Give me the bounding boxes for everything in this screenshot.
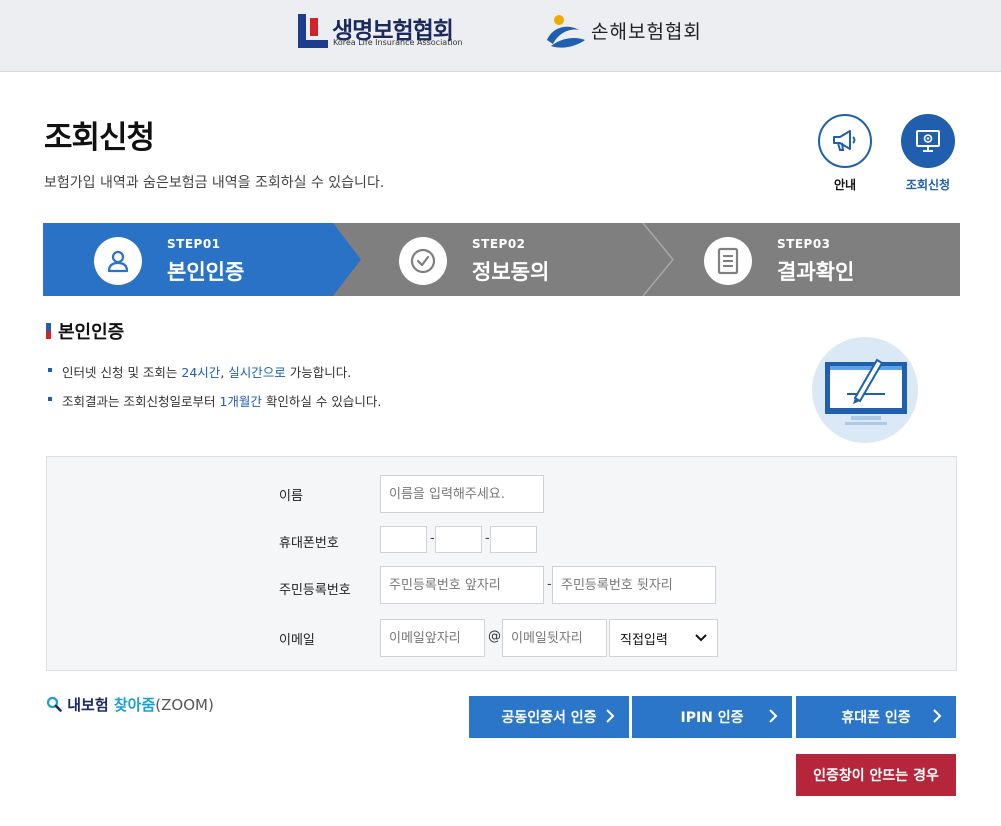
- life-logo-subtitle: Korea Life Insurance Association: [333, 38, 463, 47]
- phone-label: 휴대폰번호: [279, 536, 339, 551]
- page-title: 조회신청: [44, 120, 155, 156]
- chevron-right-icon: [606, 709, 615, 723]
- ipin-auth-label: IPIN 인증: [680, 710, 744, 726]
- step-progress-bar: STEP01 본인인증 STEP02 정보동의 STEP03 결과확인: [43, 223, 960, 296]
- info-bullet-list: 인터넷 신청 및 조회는 24시간, 실시간으로 가능합니다. 조회결과는 조회…: [48, 362, 381, 420]
- phone-separator-1: -: [430, 531, 435, 546]
- rrn-back-input[interactable]: [552, 566, 716, 604]
- guide-link[interactable]: 안내: [818, 114, 872, 193]
- phone-part-1-input[interactable]: [380, 526, 427, 553]
- name-input[interactable]: [380, 475, 544, 513]
- bullet-item-availability: 인터넷 신청 및 조회는 24시간, 실시간으로 가능합니다.: [48, 362, 381, 381]
- rrn-separator: -: [547, 577, 552, 592]
- step-3-title: 결과확인: [777, 260, 855, 284]
- step-1-number: STEP01: [167, 237, 221, 251]
- step-2-number: STEP02: [472, 237, 526, 251]
- ipin-auth-button[interactable]: IPIN 인증: [632, 696, 792, 738]
- rrn-front-input[interactable]: [380, 566, 544, 604]
- chevron-down-icon: [695, 634, 707, 642]
- step-3-number: STEP03: [777, 237, 831, 251]
- page-description: 보험가입 내역과 숨은보험금 내역을 조회하실 수 있습니다.: [44, 175, 385, 191]
- chevron-right-icon: [769, 709, 778, 723]
- step-1-title: 본인인증: [167, 260, 245, 284]
- life-insurance-association-logo[interactable]: 생명보험협회 Korea Life Insurance Association: [298, 12, 473, 52]
- computer-illustration-icon: [811, 336, 919, 444]
- phone-separator-2: -: [485, 531, 490, 546]
- inquiry-request-label: 조회신청: [905, 178, 951, 192]
- email-back-input[interactable]: [502, 619, 607, 657]
- identity-form: 이름 휴대폰번호 - - 주민등록번호 - 이메일 @ 직접입력: [46, 456, 957, 671]
- name-label: 이름: [279, 489, 303, 504]
- nonlife-logo-mark-icon: [547, 15, 585, 48]
- step-2-title: 정보동의: [472, 260, 550, 284]
- nonlife-logo-name: 손해보험협회: [591, 21, 702, 43]
- section-title: 본인인증: [46, 318, 124, 344]
- certificate-auth-label: 공동인증서 인증: [501, 710, 597, 726]
- email-label: 이메일: [279, 633, 315, 648]
- email-domain-selected: 직접입력: [620, 632, 668, 648]
- phone-part-2-input[interactable]: [435, 526, 482, 553]
- nonlife-insurance-association-logo[interactable]: 손해보험협회: [545, 12, 715, 52]
- popup-not-opening-label: 인증창이 안뜨는 경우: [813, 768, 939, 784]
- zoom-service-logo[interactable]: 내보험 찾아줌(ZOOM): [46, 694, 214, 715]
- magnifier-icon: [46, 696, 62, 712]
- email-front-input[interactable]: [380, 619, 485, 657]
- life-logo-mark-icon: [298, 14, 328, 48]
- document-icon: [704, 237, 752, 285]
- megaphone-icon: [818, 114, 872, 168]
- certificate-auth-button[interactable]: 공동인증서 인증: [469, 696, 629, 738]
- phone-auth-label: 휴대폰 인증: [841, 710, 911, 726]
- email-at-sign: @: [488, 629, 501, 644]
- inquiry-request-link[interactable]: 조회신청: [901, 114, 955, 193]
- rrn-label: 주민등록번호: [279, 583, 351, 598]
- popup-not-opening-help-button[interactable]: 인증창이 안뜨는 경우: [796, 754, 956, 796]
- person-icon: [94, 237, 142, 285]
- top-bar: 생명보험협회 Korea Life Insurance Association …: [0, 0, 1001, 72]
- bullet-item-result-period: 조회결과는 조회신청일로부터 1개월간 확인하실 수 있습니다.: [48, 391, 381, 410]
- phone-part-3-input[interactable]: [490, 526, 537, 553]
- email-domain-select[interactable]: 직접입력: [609, 619, 718, 657]
- chevron-right-icon: [933, 709, 942, 723]
- section-flag-icon: [46, 323, 51, 339]
- monitor-icon: [901, 114, 955, 168]
- check-circle-icon: [399, 237, 447, 285]
- phone-auth-button[interactable]: 휴대폰 인증: [796, 696, 956, 738]
- guide-link-label: 안내: [833, 178, 857, 192]
